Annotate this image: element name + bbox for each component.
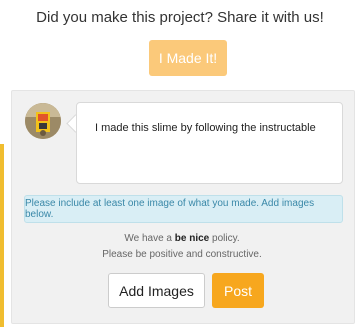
user-avatar (25, 103, 61, 139)
policy-bold[interactable]: be nice (175, 233, 209, 244)
left-accent-strip (0, 144, 4, 327)
comment-text: I made this slime by following the instr… (95, 122, 316, 134)
policy-prefix: We have a (124, 233, 175, 244)
add-images-button[interactable]: Add Images (108, 273, 205, 308)
share-prompt: Did you make this project? Share it with… (36, 9, 324, 26)
policy-suffix: policy. (209, 233, 240, 244)
post-button[interactable]: Post (212, 273, 264, 308)
policy-line-1: We have a be nice policy. (11, 233, 353, 244)
image-required-notice: Please include at least one image of wha… (24, 195, 343, 223)
comment-textarea[interactable]: I made this slime by following the instr… (76, 102, 343, 184)
policy-line-2: Please be positive and constructive. (102, 249, 262, 260)
i-made-it-button[interactable]: I Made It! (149, 40, 227, 76)
